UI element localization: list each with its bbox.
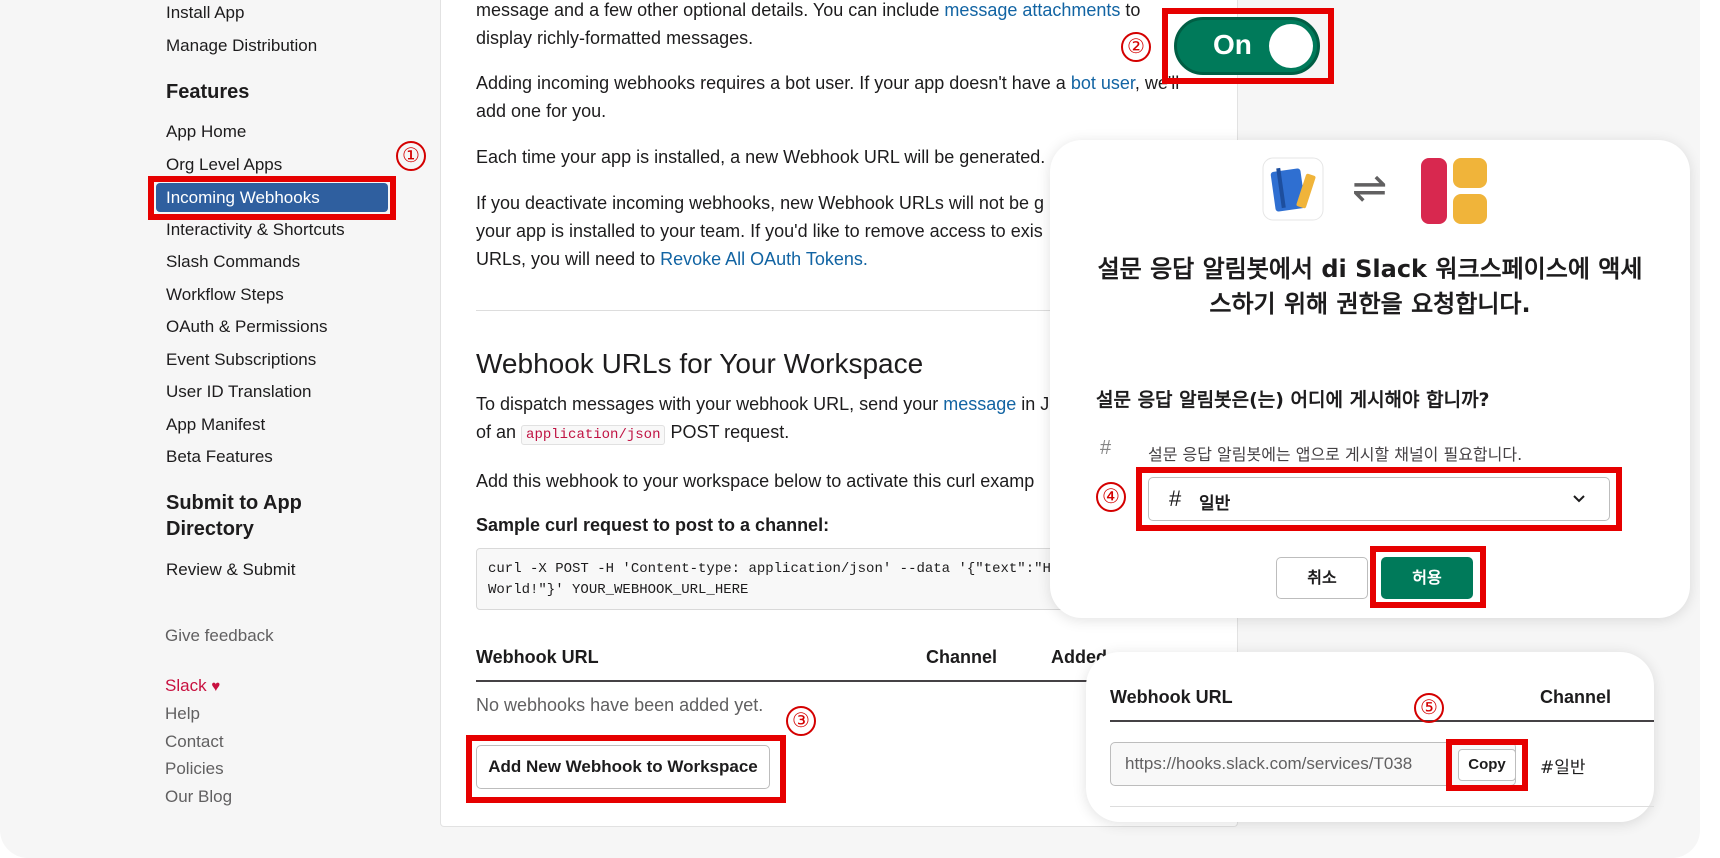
arrows-exchange-icon: ⇌ [1352, 164, 1388, 211]
intro-paragraph-2: Adding incoming webhooks requires a bot … [476, 69, 1196, 125]
dialog-hint: 설문 응답 알림봇에는 앱으로 게시할 채널이 필요합니다. [1148, 445, 1523, 464]
table-header-channel: Channel [926, 647, 998, 667]
heart-icon: ♥ [211, 678, 221, 695]
webhook-channel: #일반 [1540, 758, 1586, 778]
revoke-tokens-link[interactable]: Revoke All OAuth Tokens. [660, 249, 868, 269]
footer-contact-link[interactable]: Contact [165, 732, 224, 752]
sidebar-item-slash-commands[interactable]: Slash Commands [166, 252, 300, 272]
webhook-url-card [1086, 652, 1654, 822]
table-header-url: Webhook URL [476, 647, 599, 667]
sidebar-item-app-manifest[interactable]: App Manifest [166, 415, 265, 435]
card-header-channel: Channel [1540, 687, 1612, 707]
highlight-box-4 [1136, 467, 1622, 531]
sidebar-item-user-id-translation[interactable]: User ID Translation [166, 382, 312, 402]
bot-user-link[interactable]: bot user [1071, 73, 1135, 93]
sidebar-heading-features: Features [166, 81, 250, 103]
dispatch-line2-post: POST request. [665, 422, 790, 442]
footer-slack-link[interactable]: Slack ♥ [165, 676, 220, 696]
annotation-number-5: ⑤ [1414, 693, 1444, 723]
give-feedback-link[interactable]: Give feedback [165, 626, 274, 646]
intro-p4-line3: URLs, you will need to [476, 249, 661, 269]
dispatch-text: To dispatch messages with your webhook U… [476, 394, 944, 414]
sidebar-item-event-subscriptions[interactable]: Event Subscriptions [166, 350, 316, 370]
sidebar-item-oauth-permissions[interactable]: OAuth & Permissions [166, 317, 328, 337]
dispatch-line2: of an [476, 422, 522, 442]
webhook-url-text: https://hooks.slack.com/services/T038 [1125, 754, 1413, 773]
footer-help-link[interactable]: Help [165, 704, 200, 724]
dialog-title: 설문 응답 알림봇에서 di Slack 워크스페이스에 액세 스하기 위해 권… [1080, 252, 1660, 322]
toggle-label: On [1213, 29, 1252, 60]
section-title: Webhook URLs for Your Workspace [476, 348, 924, 379]
toggle-knob [1269, 24, 1313, 68]
message-attachments-link[interactable]: message attachments [944, 0, 1120, 20]
sidebar-nav: Install App Manage Distribution Features… [0, 0, 440, 858]
annotation-number-4: ④ [1096, 482, 1126, 512]
slack-app-icon [1421, 158, 1487, 224]
highlight-box-allow [1370, 546, 1486, 608]
annotation-number-3: ③ [786, 706, 816, 736]
dialog-title-line1: 설문 응답 알림봇에서 di Slack 워크스페이스에 액세 [1097, 255, 1643, 283]
footer-blog-link[interactable]: Our Blog [165, 787, 232, 807]
card-row-divider [1110, 806, 1654, 807]
card-header-url: Webhook URL [1110, 687, 1233, 707]
sidebar-heading-submit-line1: Submit to App [166, 492, 302, 514]
sidebar-item-interactivity[interactable]: Interactivity & Shortcuts [166, 220, 345, 240]
dialog-question: 설문 응답 알림봇은(는) 어디에 게시해야 합니까? [1096, 389, 1490, 411]
annotation-number-1: ① [396, 141, 426, 171]
intro-p2-text: Adding incoming webhooks requires a bot … [476, 73, 1071, 93]
intro-paragraph-1: message and a few other optional details… [476, 0, 1196, 52]
sidebar-heading-submit: Submit to App Directory [166, 490, 302, 542]
annotation-number-2: ② [1121, 32, 1151, 62]
intro-p1-line2: display richly-formatted messages. [476, 28, 754, 48]
webhooks-toggle-switch[interactable]: On [1174, 17, 1320, 75]
highlight-box-1 [148, 176, 396, 220]
sidebar-heading-submit-line2: Directory [166, 518, 254, 540]
hash-icon: # [1100, 437, 1112, 459]
highlight-box-3 [466, 735, 786, 803]
sidebar-item-workflow-steps[interactable]: Workflow Steps [166, 285, 284, 305]
cancel-button[interactable]: 취소 [1276, 557, 1368, 599]
dialog-title-line2: 스하기 위해 권한을 요청합니다. [1209, 290, 1531, 318]
footer-policies-link[interactable]: Policies [165, 759, 224, 779]
sidebar-item-install-app[interactable]: Install App [166, 3, 244, 23]
sidebar-item-org-level-apps[interactable]: Org Level Apps [166, 155, 282, 175]
intro-p1-text-post: to [1120, 0, 1141, 20]
inline-code: application/json [521, 425, 666, 445]
sidebar-item-review-submit[interactable]: Review & Submit [166, 560, 295, 580]
sidebar-item-app-home[interactable]: App Home [166, 122, 246, 142]
sidebar-item-manage-distribution[interactable]: Manage Distribution [166, 36, 317, 56]
footer-slack-label: Slack [165, 676, 207, 695]
app-frame: Install App Manage Distribution Features… [0, 0, 1700, 858]
intro-p1-text: message and a few other optional details… [476, 0, 945, 20]
app-book-icon [1261, 156, 1325, 222]
highlight-box-5 [1446, 739, 1528, 791]
sidebar-item-beta-features[interactable]: Beta Features [166, 447, 273, 467]
intro-p2-line2: add one for you. [476, 101, 607, 121]
card-header-divider [1110, 720, 1654, 722]
message-link[interactable]: message [943, 394, 1016, 414]
